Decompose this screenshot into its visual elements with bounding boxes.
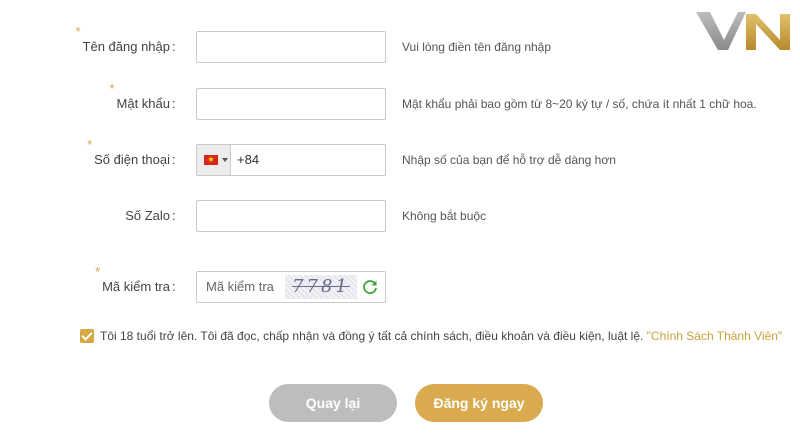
register-button[interactable]: Đăng ký ngay <box>415 384 543 422</box>
username-label: * Tên đăng nhập <box>75 24 170 54</box>
captcha-image: 7781 <box>285 275 357 299</box>
password-hint: Mật khẩu phải bao gồm từ 8~20 ký tự / số… <box>402 97 757 111</box>
member-policy-link[interactable]: "Chính Sách Thành Viên" <box>647 329 783 343</box>
username-hint: Vui lòng điền tên đăng nhập <box>402 40 552 54</box>
back-button[interactable]: Quay lại <box>269 384 397 422</box>
captcha-input[interactable]: Mã kiểm tra 7781 <box>196 271 386 303</box>
required-star: * <box>95 264 101 279</box>
phone-hint: Nhập số của bạn để hỗ trợ dễ dàng hơn <box>402 153 616 167</box>
phone-row: * Số điện thoại : ★ +84 Nhập số của bạn … <box>0 137 800 176</box>
zalo-input[interactable] <box>196 200 386 232</box>
colon: : <box>172 208 176 223</box>
colon: : <box>172 152 176 167</box>
phone-value: +84 <box>237 152 260 167</box>
captcha-placeholder: Mã kiểm tra <box>206 279 274 294</box>
chevron-down-icon <box>222 158 228 162</box>
colon: : <box>172 96 176 111</box>
country-selector[interactable]: ★ <box>197 145 231 175</box>
vietnam-flag-icon: ★ <box>204 155 218 165</box>
zalo-row: Số Zalo : Không bắt buộc <box>0 200 800 232</box>
zalo-label: Số Zalo <box>125 208 170 223</box>
required-star: * <box>87 137 93 152</box>
password-input[interactable] <box>196 88 386 120</box>
zalo-hint: Không bắt buộc <box>402 209 487 223</box>
username-row: * Tên đăng nhập : Vui lòng điền tên đăng… <box>0 24 800 63</box>
captcha-code: 7781 <box>292 276 350 297</box>
password-row: * Mật khẩu : Mật khẩu phải bao gồm từ 8~… <box>0 81 800 120</box>
agreement-checkbox[interactable] <box>80 329 94 343</box>
captcha-label: * Mã kiểm tra <box>95 264 170 294</box>
refresh-icon[interactable] <box>361 278 379 296</box>
phone-input[interactable]: ★ +84 <box>196 144 386 176</box>
username-input[interactable] <box>196 31 386 63</box>
colon: : <box>172 39 176 54</box>
phone-label: * Số điện thoại <box>87 137 170 167</box>
captcha-row: * Mã kiểm tra : Mã kiểm tra 7781 <box>0 264 800 303</box>
password-label: * Mật khẩu <box>109 81 170 111</box>
colon: : <box>172 279 176 294</box>
required-star: * <box>109 81 115 96</box>
agreement-text: Tôi 18 tuổi trở lên. Tôi đã đọc, chấp nh… <box>100 329 783 343</box>
required-star: * <box>75 24 81 39</box>
